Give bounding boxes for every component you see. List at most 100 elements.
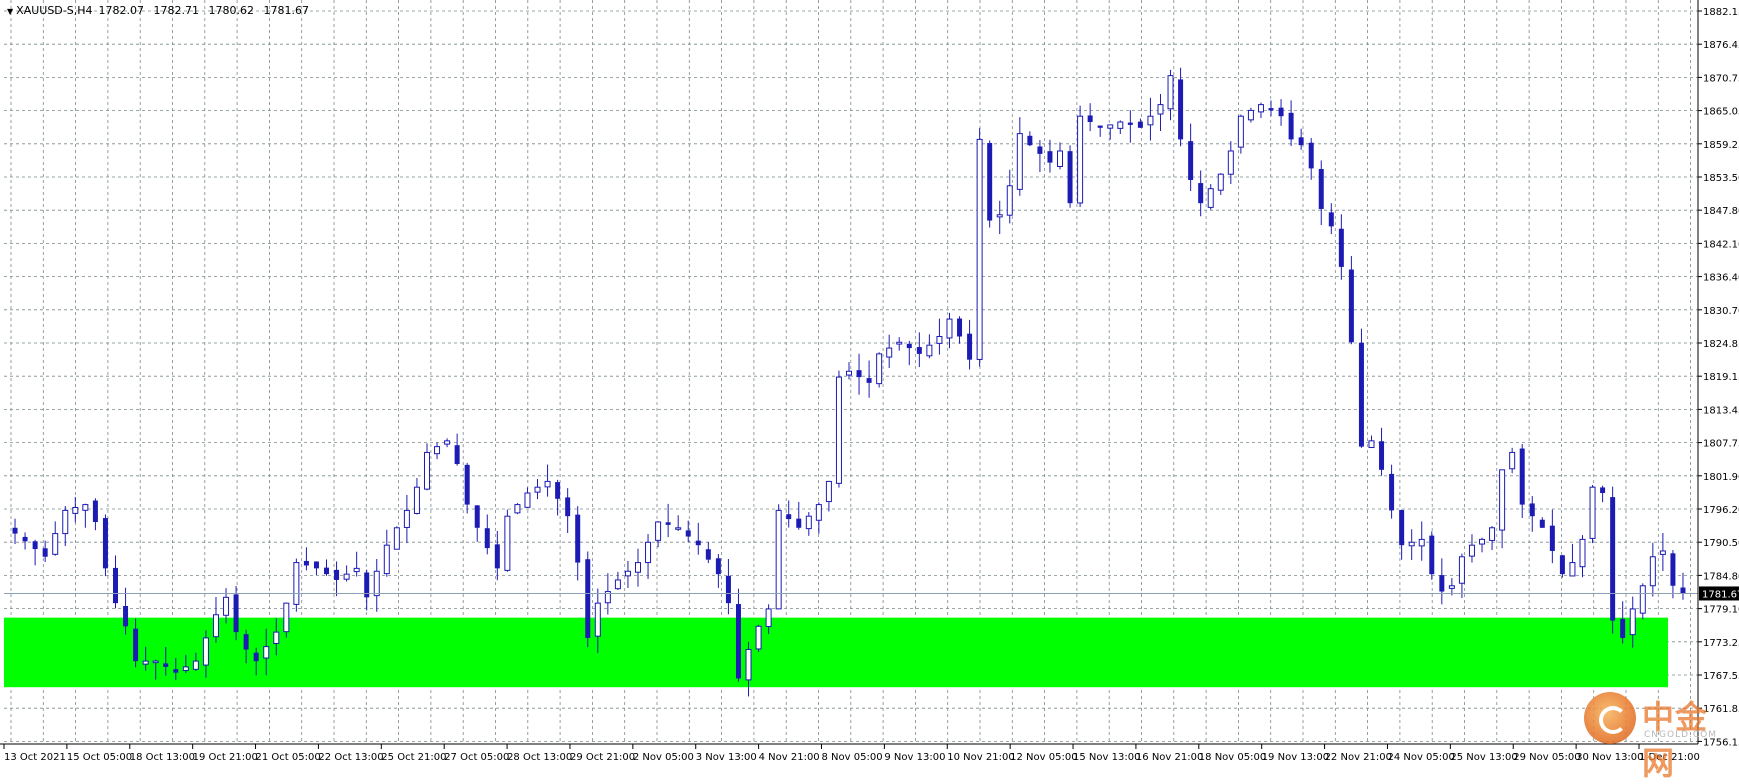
candle-body-bull [645, 541, 652, 564]
y-tick-label: 1865.05 [1703, 107, 1739, 118]
candle-body-bull [353, 567, 360, 573]
candle-body-bull [283, 602, 290, 633]
x-tick-label: 24 Nov 05:00 [1387, 752, 1454, 763]
candle-body-bull [1217, 173, 1224, 191]
candle-body-bear [585, 559, 591, 638]
candle-body-bear [555, 482, 561, 499]
y-tick-label: 1813.45 [1703, 405, 1739, 416]
candle-body-bull [1509, 451, 1516, 470]
candle-body-bear [1358, 342, 1364, 447]
candle-body-bear [1670, 553, 1676, 586]
candle-body-bear [1308, 142, 1314, 169]
candle-body-bear [957, 318, 963, 337]
candle-body-bull [72, 506, 79, 514]
y-tick-label: 1790.50 [1703, 538, 1739, 549]
dropdown-triangle-icon[interactable]: ▼ [7, 7, 13, 16]
candle-body-bear [685, 530, 691, 537]
candle-body-bear [1027, 135, 1033, 146]
candle-body-bull [675, 527, 682, 530]
candle-body-bull [273, 631, 280, 644]
candle-body-bear [113, 567, 119, 604]
candle-body-bear [233, 594, 239, 633]
candle-body-bull [1479, 538, 1486, 545]
candle-body-bull [82, 504, 89, 511]
chart-window[interactable]: 1882.15 1876.45 1870.75 1865.05 1859.25 1853.… [0, 0, 1739, 782]
candle-body-bull [413, 486, 420, 514]
candle-body-bear [324, 567, 330, 575]
candle-body-bear [1298, 137, 1304, 146]
candle-body-bull [62, 509, 69, 535]
candle-body-bear [1278, 107, 1284, 117]
candle-body-bull [1157, 104, 1164, 115]
y-tick-label: 1842.10 [1703, 239, 1739, 250]
x-tick-label: 13 Oct 2021 [4, 752, 66, 763]
candle-body-bull [202, 637, 209, 666]
x-tick-label: 18 Nov 05:00 [1199, 752, 1266, 763]
candle-body-bull [976, 138, 983, 360]
x-tick-label: 4 Nov 21:00 [759, 752, 820, 763]
candle-body-bull [1418, 538, 1425, 547]
candle-body-bull [634, 562, 641, 573]
y-tick-label: 1870.75 [1703, 73, 1739, 84]
candle-body-bear [474, 505, 480, 528]
x-tick-label: 30 Nov 13:00 [1576, 752, 1643, 763]
candle-body-bear [1439, 575, 1445, 592]
candle-body-bull [825, 480, 832, 503]
candle-body-bull [524, 492, 531, 508]
candle-body-bull [192, 660, 199, 670]
candle-body-bull [514, 504, 521, 514]
candle-body-bull [212, 614, 219, 638]
candle-body-bull [1489, 527, 1496, 541]
x-tick-label: 25 Oct 21:00 [381, 752, 446, 763]
y-tick-label: 1807.75 [1703, 439, 1739, 450]
candle-body-bull [152, 660, 159, 664]
x-tick-label: 10 Nov 21:00 [947, 752, 1014, 763]
y-tick-label: 1876.45 [1703, 40, 1739, 51]
candle-body-bear [705, 549, 711, 560]
price-chart[interactable]: 1882.15 1876.45 1870.75 1865.05 1859.25 1853.… [0, 0, 1739, 763]
x-tick-label: 25 Nov 13:00 [1450, 752, 1517, 763]
candle-body-bull [1629, 608, 1636, 636]
candle-body-bear [1328, 212, 1334, 227]
x-tick-label: 16 Nov 21:00 [1136, 752, 1203, 763]
symbol-header[interactable]: ▼ XAUUSD-S,H4 1782.07 1782.71 1780.62 1781… [7, 4, 309, 17]
y-tick-label: 1796.20 [1703, 505, 1739, 516]
candle-body-bull [1227, 150, 1234, 175]
x-tick-label: 19 Nov 13:00 [1262, 752, 1329, 763]
candle-body-bull [946, 318, 953, 339]
candle-body-bear [1338, 228, 1344, 267]
watermark-subtext: CNGOLD.COM [1644, 730, 1718, 740]
candle-body-bear [1519, 448, 1525, 505]
candle-body-bull [624, 570, 631, 577]
candle-body-bear [1067, 151, 1073, 204]
candle-body-bear [856, 370, 862, 378]
candle-body-bear [12, 527, 18, 534]
y-ticks: 1882.15 1876.45 1870.75 1865.05 1859.25 1853.… [1698, 7, 1739, 748]
candle-body-bull [996, 214, 1003, 218]
candle-body-bear [334, 569, 340, 580]
candle-body-bear [1549, 525, 1555, 551]
candle-body-bull [182, 666, 189, 671]
candle-body-bull [1468, 544, 1475, 557]
candle-body-bear [1097, 125, 1103, 128]
candle-body-bull [745, 649, 752, 681]
candle-body-bear [725, 575, 731, 604]
candle-body-bull [846, 370, 852, 376]
candle-body-bear [1429, 535, 1435, 575]
y-tick-label: 1784.80 [1703, 571, 1739, 582]
x-tick-label: 15 Oct 05:00 [67, 752, 132, 763]
x-tick-label: 27 Oct 05:00 [444, 752, 509, 763]
candle-body-bull [343, 573, 350, 580]
candle-body-bull [1247, 109, 1254, 121]
candle-body-bull [936, 335, 943, 344]
y-tick-label: 1773.25 [1703, 638, 1739, 649]
x-tick-label: 18 Oct 13:00 [130, 752, 195, 763]
candle-body-bull [423, 451, 430, 490]
candle-body-bear [494, 544, 500, 569]
candle-body-bear [303, 560, 309, 566]
candle-body-bear [1600, 487, 1606, 494]
candle-body-bear [1539, 519, 1545, 528]
candle-body-bear [163, 663, 169, 667]
y-tick-label: 1779.10 [1703, 605, 1739, 616]
candle-body-bear [173, 669, 179, 673]
